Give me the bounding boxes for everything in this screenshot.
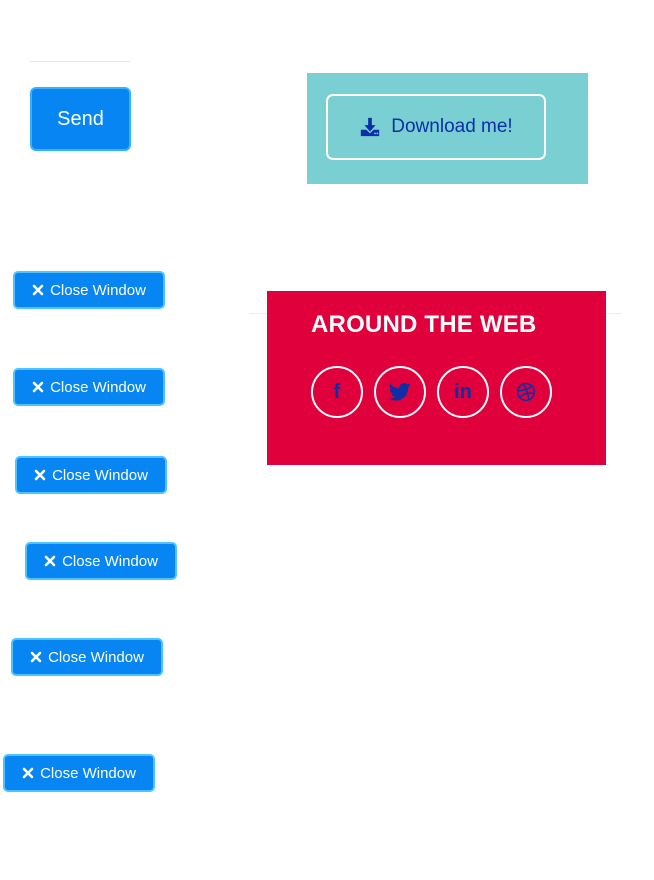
close-window-button[interactable]: Close Window: [15, 456, 167, 494]
dribbble-icon: [516, 382, 536, 402]
close-icon: [30, 651, 42, 663]
dribbble-link[interactable]: [500, 366, 552, 418]
form-divider: [30, 61, 130, 62]
download-button[interactable]: Download me!: [326, 94, 546, 160]
close-window-button[interactable]: Close Window: [11, 638, 163, 676]
download-label: Download me!: [391, 116, 513, 137]
twitter-icon: [389, 383, 411, 401]
send-button[interactable]: Send: [30, 87, 131, 151]
close-window-button[interactable]: Close Window: [25, 542, 177, 580]
close-window-button[interactable]: Close Window: [13, 368, 165, 406]
download-panel: Download me!: [307, 73, 588, 184]
linkedin-link[interactable]: in: [437, 366, 489, 418]
facebook-link[interactable]: f: [311, 366, 363, 418]
close-icon: [22, 767, 34, 779]
close-window-button[interactable]: Close Window: [13, 271, 165, 309]
close-window-label: Close Window: [62, 552, 158, 570]
around-the-web-title: AROUND THE WEB: [311, 311, 537, 338]
linkedin-icon: in: [454, 381, 472, 403]
close-icon: [34, 469, 46, 481]
close-window-button[interactable]: Close Window: [3, 754, 155, 792]
around-the-web-panel: AROUND THE WEB f in: [267, 291, 606, 465]
facebook-icon: f: [333, 381, 341, 403]
close-icon: [44, 555, 56, 567]
social-links: f in: [311, 366, 552, 418]
close-window-label: Close Window: [40, 764, 136, 782]
download-icon: [359, 116, 381, 138]
close-window-label: Close Window: [48, 648, 144, 666]
close-window-label: Close Window: [52, 466, 148, 484]
close-icon: [32, 284, 44, 296]
close-window-label: Close Window: [50, 281, 146, 299]
close-window-label: Close Window: [50, 378, 146, 396]
close-icon: [32, 381, 44, 393]
twitter-link[interactable]: [374, 366, 426, 418]
